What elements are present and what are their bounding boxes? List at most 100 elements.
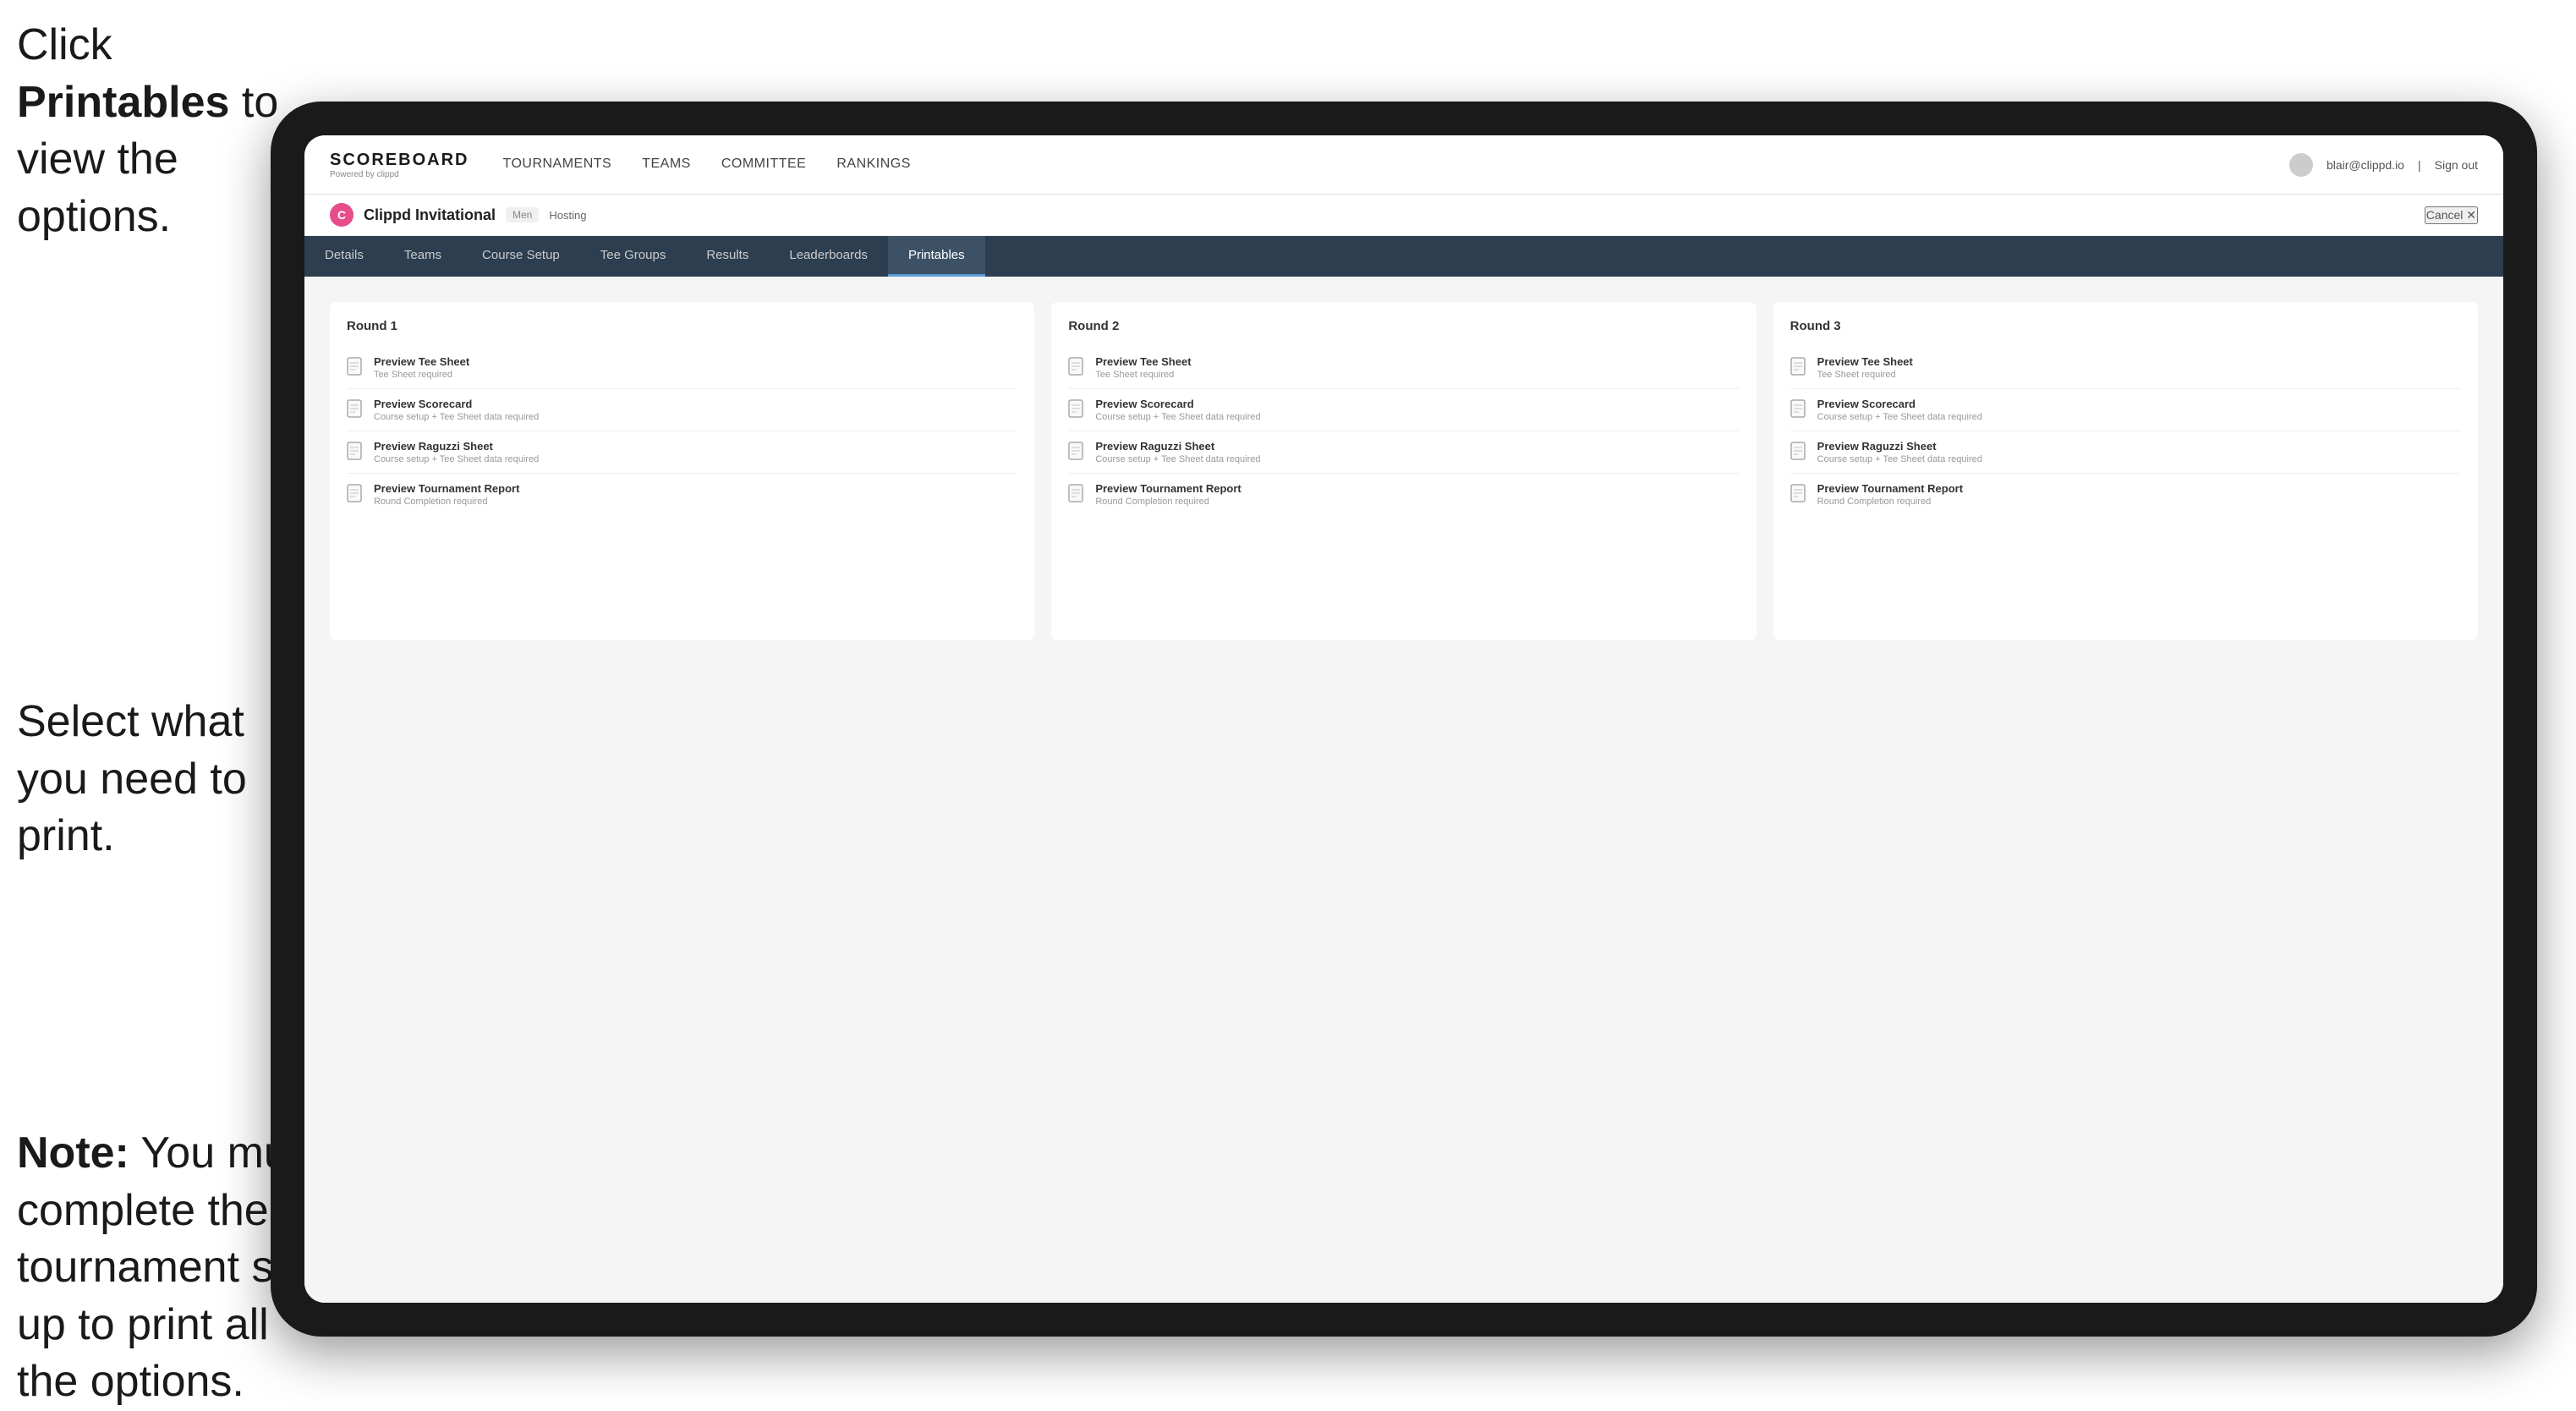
separator: |	[2418, 158, 2421, 172]
tournament-header: C Clippd Invitational Men Hosting Cancel…	[304, 195, 2503, 236]
tab-teams[interactable]: Teams	[384, 236, 462, 277]
main-content: Round 1 Preview Tee Sheet Tee Sheet requ…	[304, 277, 2503, 1303]
round3-scorecard-title: Preview Scorecard	[1817, 398, 1982, 410]
round2-tournament-report[interactable]: Preview Tournament Report Round Completi…	[1068, 474, 1739, 515]
round1-raguzzi-title: Preview Raguzzi Sheet	[374, 440, 539, 453]
round2-scorecard-title: Preview Scorecard	[1095, 398, 1260, 410]
tournament-name-section: C Clippd Invitational Men Hosting	[330, 203, 586, 227]
tournament-gender-badge: Men	[506, 207, 539, 222]
round2-tee-sheet[interactable]: Preview Tee Sheet Tee Sheet required	[1068, 347, 1739, 389]
round3-tee-sheet-text: Preview Tee Sheet Tee Sheet required	[1817, 355, 1913, 380]
round2-scorecard-text: Preview Scorecard Course setup + Tee She…	[1095, 398, 1260, 422]
round-3-title: Round 3	[1790, 319, 2461, 333]
document-icon-r2-4	[1068, 484, 1087, 506]
user-email: blair@clippd.io	[2327, 158, 2404, 172]
round1-scorecard-text: Preview Scorecard Course setup + Tee She…	[374, 398, 539, 422]
round-2-column: Round 2 Preview Tee Sheet Tee Sheet requ…	[1051, 302, 1756, 640]
round1-raguzzi-subtitle: Course setup + Tee Sheet data required	[374, 454, 539, 464]
round1-tee-sheet-title: Preview Tee Sheet	[374, 355, 469, 368]
document-icon-r2-2	[1068, 399, 1087, 421]
round3-report-title: Preview Tournament Report	[1817, 482, 1963, 495]
round1-report-subtitle: Round Completion required	[374, 497, 519, 507]
round-2-title: Round 2	[1068, 319, 1739, 333]
document-icon-r3-2	[1790, 399, 1809, 421]
round-1-column: Round 1 Preview Tee Sheet Tee Sheet requ…	[330, 302, 1034, 640]
tab-bar: Details Teams Course Setup Tee Groups Re…	[304, 236, 2503, 277]
round3-raguzzi-subtitle: Course setup + Tee Sheet data required	[1817, 454, 1982, 464]
tab-tee-groups[interactable]: Tee Groups	[580, 236, 687, 277]
round3-raguzzi[interactable]: Preview Raguzzi Sheet Course setup + Tee…	[1790, 431, 2461, 474]
tab-details[interactable]: Details	[304, 236, 384, 277]
top-nav-right: blair@clippd.io | Sign out	[2289, 153, 2478, 177]
round1-scorecard[interactable]: Preview Scorecard Course setup + Tee She…	[347, 389, 1017, 431]
round2-report-title: Preview Tournament Report	[1095, 482, 1241, 495]
annotation-top-bold: Printables	[17, 78, 229, 127]
tournament-title: Clippd Invitational	[364, 206, 496, 224]
brand-sub: Powered by clippd	[330, 170, 469, 179]
round3-scorecard-text: Preview Scorecard Course setup + Tee She…	[1817, 398, 1982, 422]
document-icon-r2-3	[1068, 442, 1087, 464]
round1-scorecard-title: Preview Scorecard	[374, 398, 539, 410]
user-avatar	[2289, 153, 2313, 177]
round1-tee-sheet[interactable]: Preview Tee Sheet Tee Sheet required	[347, 347, 1017, 389]
round3-scorecard[interactable]: Preview Scorecard Course setup + Tee She…	[1790, 389, 2461, 431]
top-nav: SCOREBOARD Powered by clippd TOURNAMENTS…	[304, 135, 2503, 195]
tab-printables[interactable]: Printables	[888, 236, 985, 277]
round2-scorecard-subtitle: Course setup + Tee Sheet data required	[1095, 412, 1260, 422]
tablet-screen: SCOREBOARD Powered by clippd TOURNAMENTS…	[304, 135, 2503, 1303]
round1-tournament-report[interactable]: Preview Tournament Report Round Completi…	[347, 474, 1017, 515]
round2-scorecard[interactable]: Preview Scorecard Course setup + Tee She…	[1068, 389, 1739, 431]
round2-raguzzi-text: Preview Raguzzi Sheet Course setup + Tee…	[1095, 440, 1260, 464]
annotation-middle: Select what you need to print.	[17, 694, 304, 865]
nav-committee[interactable]: COMMITTEE	[721, 153, 807, 177]
hosting-badge: Hosting	[549, 209, 586, 222]
round2-report-text: Preview Tournament Report Round Completi…	[1095, 482, 1241, 507]
document-icon-3	[347, 442, 365, 464]
round2-raguzzi[interactable]: Preview Raguzzi Sheet Course setup + Tee…	[1068, 431, 1739, 474]
round1-raguzzi[interactable]: Preview Raguzzi Sheet Course setup + Tee…	[347, 431, 1017, 474]
round1-report-text: Preview Tournament Report Round Completi…	[374, 482, 519, 507]
tournament-logo: C	[330, 203, 354, 227]
document-icon	[347, 357, 365, 379]
brand-title: SCOREBOARD	[330, 151, 469, 170]
brand: SCOREBOARD Powered by clippd	[330, 151, 469, 179]
round3-tee-sheet-subtitle: Tee Sheet required	[1817, 370, 1913, 380]
annotation-top: Click Printables to view the options.	[17, 17, 288, 245]
document-icon-4	[347, 484, 365, 506]
round2-tee-sheet-title: Preview Tee Sheet	[1095, 355, 1191, 368]
tablet-frame: SCOREBOARD Powered by clippd TOURNAMENTS…	[271, 102, 2537, 1337]
rounds-container: Round 1 Preview Tee Sheet Tee Sheet requ…	[330, 302, 2478, 640]
round2-raguzzi-title: Preview Raguzzi Sheet	[1095, 440, 1260, 453]
round3-tee-sheet-title: Preview Tee Sheet	[1817, 355, 1913, 368]
sign-out-link[interactable]: Sign out	[2435, 158, 2478, 172]
round1-tee-sheet-subtitle: Tee Sheet required	[374, 370, 469, 380]
document-icon-r3-1	[1790, 357, 1809, 379]
tab-leaderboards[interactable]: Leaderboards	[769, 236, 888, 277]
document-icon-r3-4	[1790, 484, 1809, 506]
round-3-column: Round 3 Preview Tee Sheet Tee Sheet requ…	[1773, 302, 2478, 640]
top-nav-links: TOURNAMENTS TEAMS COMMITTEE RANKINGS	[502, 153, 2288, 177]
round3-raguzzi-text: Preview Raguzzi Sheet Course setup + Tee…	[1817, 440, 1982, 464]
round-1-title: Round 1	[347, 319, 1017, 333]
round2-tee-sheet-text: Preview Tee Sheet Tee Sheet required	[1095, 355, 1191, 380]
nav-rankings[interactable]: RANKINGS	[836, 153, 911, 177]
nav-teams[interactable]: TEAMS	[642, 153, 691, 177]
document-icon-2	[347, 399, 365, 421]
round3-scorecard-subtitle: Course setup + Tee Sheet data required	[1817, 412, 1982, 422]
tab-results[interactable]: Results	[686, 236, 769, 277]
round1-tee-sheet-text: Preview Tee Sheet Tee Sheet required	[374, 355, 469, 380]
round1-raguzzi-text: Preview Raguzzi Sheet Course setup + Tee…	[374, 440, 539, 464]
cancel-button[interactable]: Cancel ✕	[2425, 206, 2478, 224]
tab-course-setup[interactable]: Course Setup	[462, 236, 580, 277]
annotation-top-prefix: Click	[17, 20, 112, 69]
round3-tournament-report[interactable]: Preview Tournament Report Round Completi…	[1790, 474, 2461, 515]
round2-tee-sheet-subtitle: Tee Sheet required	[1095, 370, 1191, 380]
round1-report-title: Preview Tournament Report	[374, 482, 519, 495]
annotation-bottom-bold: Note:	[17, 1128, 129, 1178]
round3-tee-sheet[interactable]: Preview Tee Sheet Tee Sheet required	[1790, 347, 2461, 389]
round3-report-text: Preview Tournament Report Round Completi…	[1817, 482, 1963, 507]
round2-report-subtitle: Round Completion required	[1095, 497, 1241, 507]
round2-raguzzi-subtitle: Course setup + Tee Sheet data required	[1095, 454, 1260, 464]
document-icon-r2-1	[1068, 357, 1087, 379]
nav-tournaments[interactable]: TOURNAMENTS	[502, 153, 611, 177]
